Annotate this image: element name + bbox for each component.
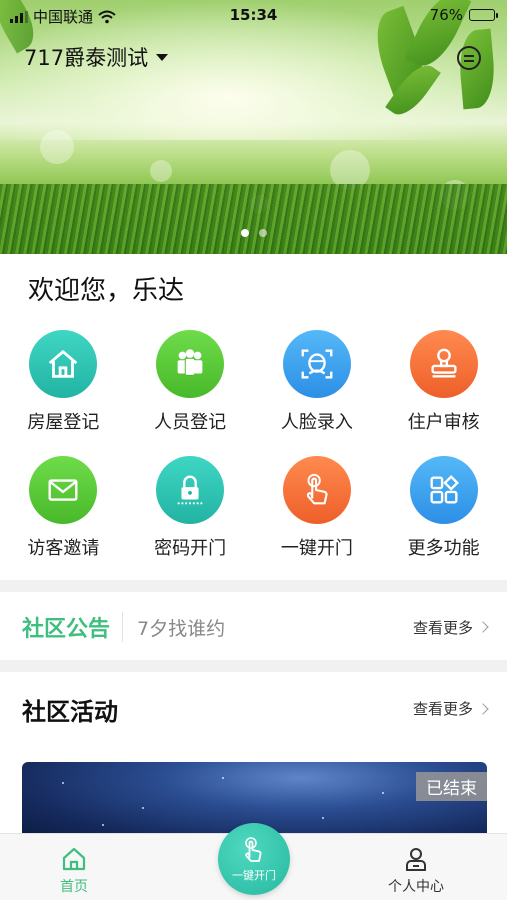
carousel-dots (0, 229, 507, 237)
profile-icon (406, 848, 426, 871)
status-bar: 中国联通 15:34 76% (0, 0, 507, 30)
banner-bokeh (40, 130, 74, 164)
community-name: 717爵泰测试 (24, 46, 149, 70)
home-icon (62, 847, 86, 871)
feature-label: 住户审核 (407, 412, 480, 433)
carousel-dot[interactable] (258, 229, 267, 237)
people-icon (156, 330, 225, 398)
feature-label: 人脸录入 (280, 412, 353, 433)
card-star (222, 777, 224, 779)
feature-label: 更多功能 (407, 538, 480, 559)
feature-label: 访客邀请 (27, 538, 100, 559)
battery-group: 76% (429, 6, 498, 24)
caret-down-icon (156, 53, 169, 61)
notice-more-link[interactable]: 查看更多 (412, 617, 489, 638)
feature-visitor-invite[interactable]: 访客邀请 (0, 456, 127, 560)
feature-label: 密码开门 (154, 538, 227, 559)
welcome-text: 欢迎您，乐达 (28, 276, 185, 306)
card-star (322, 817, 324, 819)
feature-one-tap-open[interactable]: 一键开门 (254, 456, 381, 560)
center-button-label: 一键开门 (232, 869, 276, 882)
feature-house-register[interactable]: 房屋登记 (0, 330, 127, 434)
message-icon[interactable] (457, 46, 481, 70)
tab-label: 首页 (60, 879, 88, 895)
chevron-right-icon (477, 702, 489, 715)
feature-label: 一键开门 (280, 538, 353, 559)
activities-more-link[interactable]: 查看更多 (412, 698, 489, 719)
section-divider (0, 580, 507, 592)
feature-grid: 房屋登记 人员登记 人脸录入 住户审核 访客邀请 密码开门 一键开门 更多功能 (0, 330, 507, 560)
tab-profile[interactable]: 个人中心 (388, 846, 444, 896)
banner-carousel[interactable] (0, 0, 507, 254)
envelope-icon (29, 456, 98, 524)
card-star (62, 782, 64, 784)
feature-resident-review[interactable]: 住户审核 (380, 330, 507, 434)
tab-home[interactable]: 首页 (60, 846, 88, 896)
section-divider (0, 660, 507, 672)
tap-hand-icon (245, 837, 262, 862)
feature-face-enroll[interactable]: 人脸录入 (254, 330, 381, 434)
card-star (102, 824, 104, 826)
notice-title: 社区公告 (22, 617, 111, 642)
one-tap-open-button[interactable]: 一键开门 (218, 823, 290, 895)
battery-icon (469, 9, 498, 21)
lock-icon (156, 456, 225, 524)
tap-hand-icon (282, 456, 351, 524)
feature-label: 人员登记 (154, 412, 227, 433)
face-scan-icon (282, 330, 351, 398)
feature-label: 房屋登记 (27, 412, 100, 433)
feature-more[interactable]: 更多功能 (380, 456, 507, 560)
more-label: 查看更多 (412, 618, 473, 637)
more-label: 查看更多 (412, 700, 473, 718)
banner-bokeh (150, 160, 172, 182)
community-notice[interactable]: 社区公告 7夕找谁约 查看更多 (0, 594, 507, 660)
notice-divider (122, 612, 124, 642)
activity-status-badge: 已结束 (416, 772, 487, 801)
tab-label: 个人中心 (388, 879, 444, 895)
carousel-dot[interactable] (240, 229, 249, 237)
chevron-right-icon (477, 621, 489, 633)
notice-text: 7夕找谁约 (137, 617, 226, 640)
card-star (382, 792, 384, 794)
activities-title: 社区活动 (22, 698, 118, 726)
house-icon (29, 330, 98, 398)
stamp-icon (409, 330, 478, 398)
feature-password-open[interactable]: 密码开门 (127, 456, 254, 560)
battery-percent: 76% (429, 6, 463, 24)
community-selector[interactable]: 717爵泰测试 (24, 42, 169, 72)
banner-grass (0, 184, 507, 254)
grid-more-icon (409, 456, 478, 524)
feature-person-register[interactable]: 人员登记 (127, 330, 254, 434)
card-star (142, 807, 144, 809)
